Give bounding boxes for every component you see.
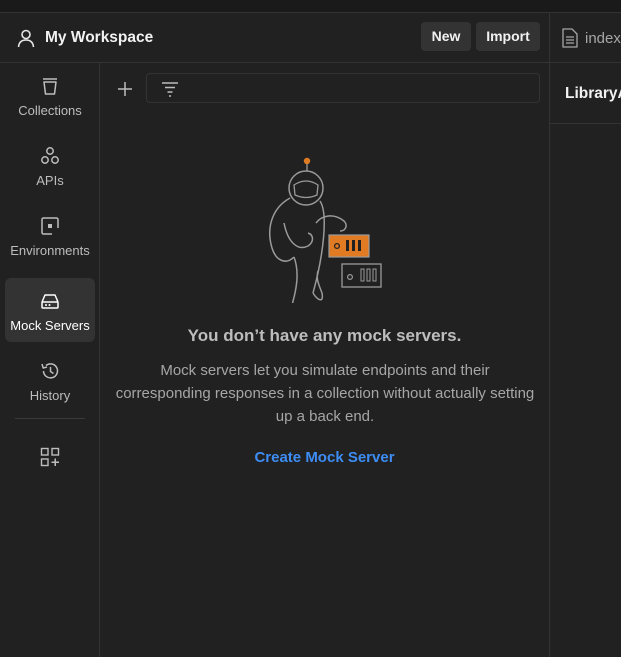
sidebar: Collections APIs Environments Mock Serve… (0, 63, 100, 657)
astronaut-illustration (269, 157, 382, 303)
sidebar-item-label: APIs (36, 173, 64, 188)
sidebar-item-label: Environments (10, 243, 90, 258)
add-workbench-icon[interactable] (39, 446, 61, 468)
sidebar-item-label: History (29, 388, 71, 403)
new-button[interactable]: New (421, 22, 471, 51)
workspace-title[interactable]: My Workspace (45, 29, 153, 47)
empty-state-title: You don’t have any mock servers. (187, 326, 462, 345)
request-title[interactable]: LibraryA (565, 85, 621, 103)
tab-label: index (585, 30, 621, 47)
user-icon (17, 29, 35, 48)
empty-state-description: Mock servers let you simulate endpoints … (115, 362, 535, 425)
apis-icon (41, 147, 59, 164)
sidebar-item-mock-servers[interactable]: Mock Servers (5, 278, 95, 342)
sidebar-divider (15, 418, 85, 419)
plus-icon[interactable] (115, 79, 135, 99)
create-mock-server-link[interactable]: Create Mock Server (100, 449, 549, 466)
sidebar-item-apis[interactable]: APIs (5, 133, 95, 197)
workspace-header: My Workspace New Import (0, 13, 549, 63)
sidebar-item-label: Mock Servers (10, 318, 90, 333)
sidebar-item-collections[interactable]: Collections (5, 63, 95, 127)
environments-icon (41, 217, 60, 236)
filter-input[interactable] (146, 73, 540, 103)
document-icon (562, 28, 578, 48)
request-header: LibraryA (550, 63, 621, 124)
workspace-pane: My Workspace New Import Collections APIs (0, 13, 550, 657)
window-top-strip (0, 0, 621, 13)
import-button[interactable]: Import (476, 22, 540, 51)
collections-icon (43, 78, 57, 95)
tab-index[interactable]: index (550, 13, 621, 63)
request-pane: index LibraryA (550, 13, 621, 657)
filter-icon[interactable] (161, 80, 179, 98)
history-icon (41, 363, 59, 379)
sidebar-item-environments[interactable]: Environments (5, 203, 95, 267)
mock-servers-icon (41, 294, 59, 309)
sidebar-item-history[interactable]: History (5, 348, 95, 412)
sidebar-item-label: Collections (18, 103, 82, 118)
